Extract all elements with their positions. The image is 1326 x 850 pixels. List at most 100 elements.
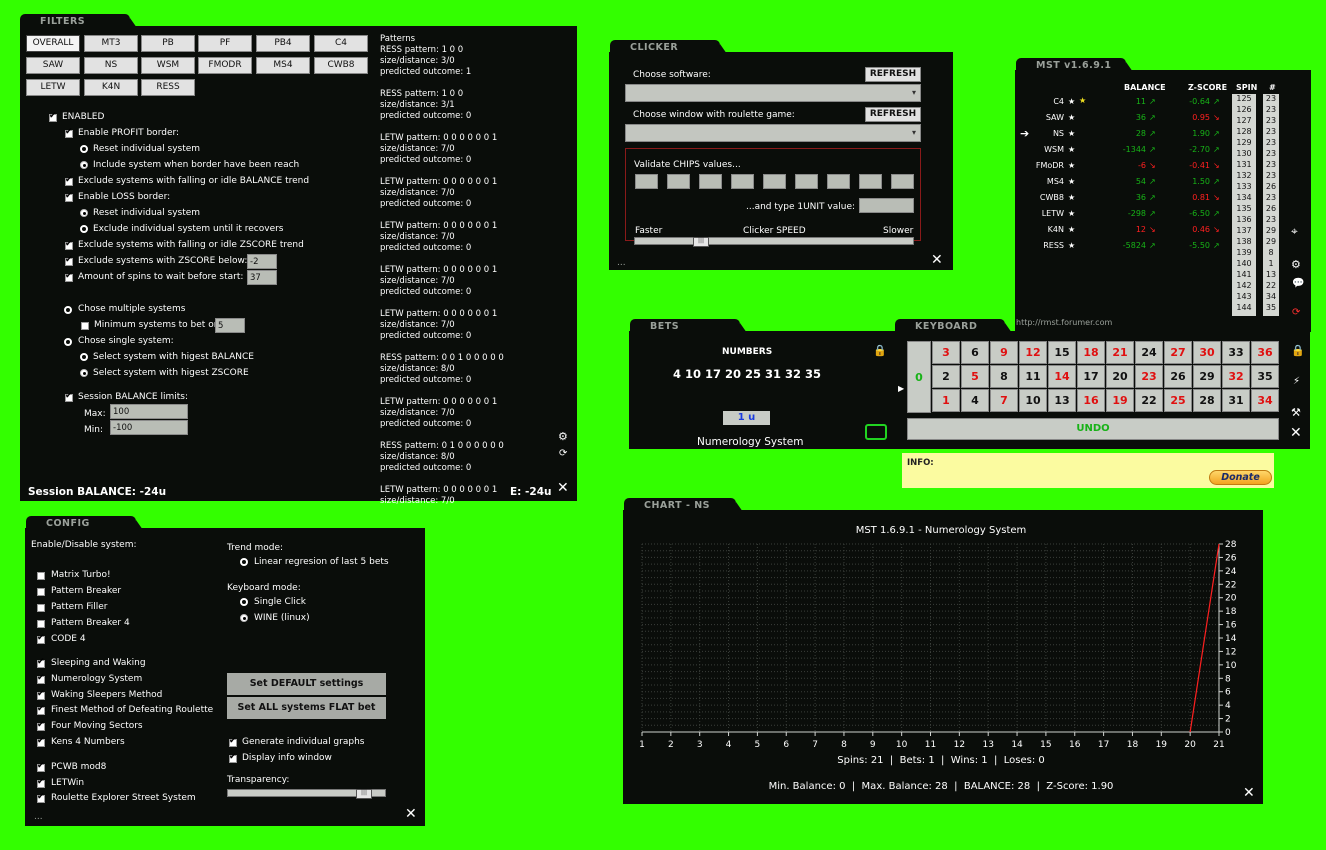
min-input[interactable]: -100 bbox=[110, 420, 188, 435]
filter-button-overall[interactable]: OVERALL bbox=[26, 35, 80, 52]
number-cell-27[interactable]: 27 bbox=[1164, 341, 1192, 364]
link-icon-red[interactable]: ⟳ bbox=[1292, 307, 1300, 318]
number-cell-35[interactable]: 35 bbox=[1251, 365, 1279, 388]
chip-value-input[interactable] bbox=[763, 174, 786, 189]
number-cell-17[interactable]: 17 bbox=[1077, 365, 1105, 388]
transparency-slider-thumb[interactable]: ||| bbox=[356, 789, 372, 799]
filter-button-pf[interactable]: PF bbox=[198, 35, 252, 52]
filter-button-ns[interactable]: NS bbox=[84, 57, 138, 74]
star-icon[interactable]: ★ bbox=[1068, 113, 1075, 122]
min-systems-checkbox[interactable] bbox=[81, 322, 89, 330]
number-cell-11[interactable]: 11 bbox=[1019, 365, 1047, 388]
donate-button[interactable]: Donate bbox=[1209, 470, 1272, 485]
number-cell-18[interactable]: 18 bbox=[1077, 341, 1105, 364]
chip-value-input[interactable] bbox=[827, 174, 850, 189]
number-cell-9[interactable]: 9 bbox=[990, 341, 1018, 364]
system-checkbox[interactable] bbox=[37, 673, 45, 684]
chip-value-input[interactable] bbox=[635, 174, 658, 189]
speed-slider[interactable]: ||| bbox=[634, 237, 914, 247]
number-cell-5[interactable]: 5 bbox=[961, 365, 989, 388]
filter-button-wsm[interactable]: WSM bbox=[141, 57, 195, 74]
reset-individual-radio-2[interactable] bbox=[80, 209, 88, 217]
filter-button-letw[interactable]: LETW bbox=[26, 79, 80, 96]
filters-close-icon[interactable]: ✕ bbox=[557, 480, 569, 496]
number-cell-36[interactable]: 36 bbox=[1251, 341, 1279, 364]
exclude-zscore-below-checkbox[interactable] bbox=[65, 255, 73, 266]
display-info-checkbox[interactable] bbox=[229, 752, 237, 763]
number-cell-3[interactable]: 3 bbox=[932, 341, 960, 364]
software-select[interactable]: ▾ bbox=[625, 84, 921, 102]
system-checkbox[interactable] bbox=[37, 620, 45, 628]
system-checkbox[interactable] bbox=[37, 736, 45, 747]
zscore-below-input[interactable]: -2 bbox=[247, 254, 277, 269]
linear-radio[interactable] bbox=[240, 558, 248, 566]
chip-value-input[interactable] bbox=[795, 174, 818, 189]
loss-border-checkbox[interactable] bbox=[65, 191, 73, 202]
number-cell-8[interactable]: 8 bbox=[990, 365, 1018, 388]
gear-icon-2[interactable]: ⚙ bbox=[1291, 258, 1301, 271]
chip-value-input[interactable] bbox=[731, 174, 754, 189]
transparency-slider[interactable]: ||| bbox=[227, 789, 386, 799]
number-cell-4[interactable]: 4 bbox=[961, 389, 989, 412]
session-limits-checkbox[interactable] bbox=[65, 391, 73, 402]
wand-icon[interactable]: ⚡ bbox=[1293, 376, 1300, 387]
select-balance-radio[interactable] bbox=[80, 353, 88, 361]
chat-icon[interactable]: 💬 bbox=[1292, 278, 1304, 289]
system-checkbox[interactable] bbox=[37, 572, 45, 580]
lock-icon[interactable]: 🔒 bbox=[873, 344, 887, 357]
recycle-icon[interactable] bbox=[865, 424, 887, 440]
system-checkbox[interactable] bbox=[37, 792, 45, 803]
refresh-software-button[interactable]: REFRESH bbox=[865, 67, 921, 82]
system-checkbox[interactable] bbox=[37, 633, 45, 644]
chip-value-input[interactable] bbox=[891, 174, 914, 189]
filter-button-ress[interactable]: RESS bbox=[141, 79, 195, 96]
single-click-radio[interactable] bbox=[240, 598, 248, 606]
lock-icon-2[interactable]: 🔒 bbox=[1291, 344, 1305, 357]
number-cell-19[interactable]: 19 bbox=[1106, 389, 1134, 412]
filter-button-mt3[interactable]: MT3 bbox=[84, 35, 138, 52]
reset-individual-radio[interactable] bbox=[80, 145, 88, 153]
amount-spins-checkbox[interactable] bbox=[65, 271, 73, 282]
exclude-individual-radio[interactable] bbox=[80, 225, 88, 233]
unit-input[interactable] bbox=[859, 198, 914, 213]
number-cell-32[interactable]: 32 bbox=[1222, 365, 1250, 388]
number-cell-33[interactable]: 33 bbox=[1222, 341, 1250, 364]
number-cell-13[interactable]: 13 bbox=[1048, 389, 1076, 412]
number-cell-24[interactable]: 24 bbox=[1135, 341, 1163, 364]
star-icon[interactable]: ★ bbox=[1068, 145, 1075, 154]
set-default-button[interactable]: Set DEFAULT settings bbox=[227, 673, 386, 695]
set-flat-button[interactable]: Set ALL systems FLAT bet bbox=[227, 697, 386, 719]
system-checkbox[interactable] bbox=[37, 689, 45, 700]
star-icon[interactable]: ★ bbox=[1068, 97, 1075, 106]
number-cell-26[interactable]: 26 bbox=[1164, 365, 1192, 388]
clicker-close-icon[interactable]: ✕ bbox=[931, 252, 943, 268]
star-icon[interactable]: ★ bbox=[1068, 129, 1075, 138]
system-checkbox[interactable] bbox=[37, 720, 45, 731]
system-checkbox[interactable] bbox=[37, 704, 45, 715]
speed-slider-thumb[interactable]: ||| bbox=[693, 237, 709, 247]
chip-value-input[interactable] bbox=[699, 174, 722, 189]
star-icon[interactable]: ★ bbox=[1068, 225, 1075, 234]
number-cell-15[interactable]: 15 bbox=[1048, 341, 1076, 364]
filter-button-fmodr[interactable]: FMODR bbox=[198, 57, 252, 74]
link-icon[interactable]: ⟳ bbox=[559, 448, 567, 459]
number-cell-14[interactable]: 14 bbox=[1048, 365, 1076, 388]
max-input[interactable]: 100 bbox=[110, 404, 188, 419]
exclude-zscore-trend-checkbox[interactable] bbox=[65, 239, 73, 250]
chip-value-input[interactable] bbox=[667, 174, 690, 189]
refresh-window-button[interactable]: REFRESH bbox=[865, 107, 921, 122]
system-checkbox[interactable] bbox=[37, 657, 45, 668]
number-cell-30[interactable]: 30 bbox=[1193, 341, 1221, 364]
number-cell-31[interactable]: 31 bbox=[1222, 389, 1250, 412]
filter-button-cwb8[interactable]: CWB8 bbox=[314, 57, 368, 74]
select-zscore-radio[interactable] bbox=[80, 369, 88, 377]
window-select[interactable]: ▾ bbox=[625, 124, 921, 142]
chip-value-input[interactable] bbox=[859, 174, 882, 189]
number-cell-25[interactable]: 25 bbox=[1164, 389, 1192, 412]
number-cell-16[interactable]: 16 bbox=[1077, 389, 1105, 412]
system-checkbox[interactable] bbox=[37, 588, 45, 596]
chart-close-icon[interactable]: ✕ bbox=[1243, 785, 1255, 801]
number-cell-10[interactable]: 10 bbox=[1019, 389, 1047, 412]
number-cell-2[interactable]: 2 bbox=[932, 365, 960, 388]
number-cell-22[interactable]: 22 bbox=[1135, 389, 1163, 412]
